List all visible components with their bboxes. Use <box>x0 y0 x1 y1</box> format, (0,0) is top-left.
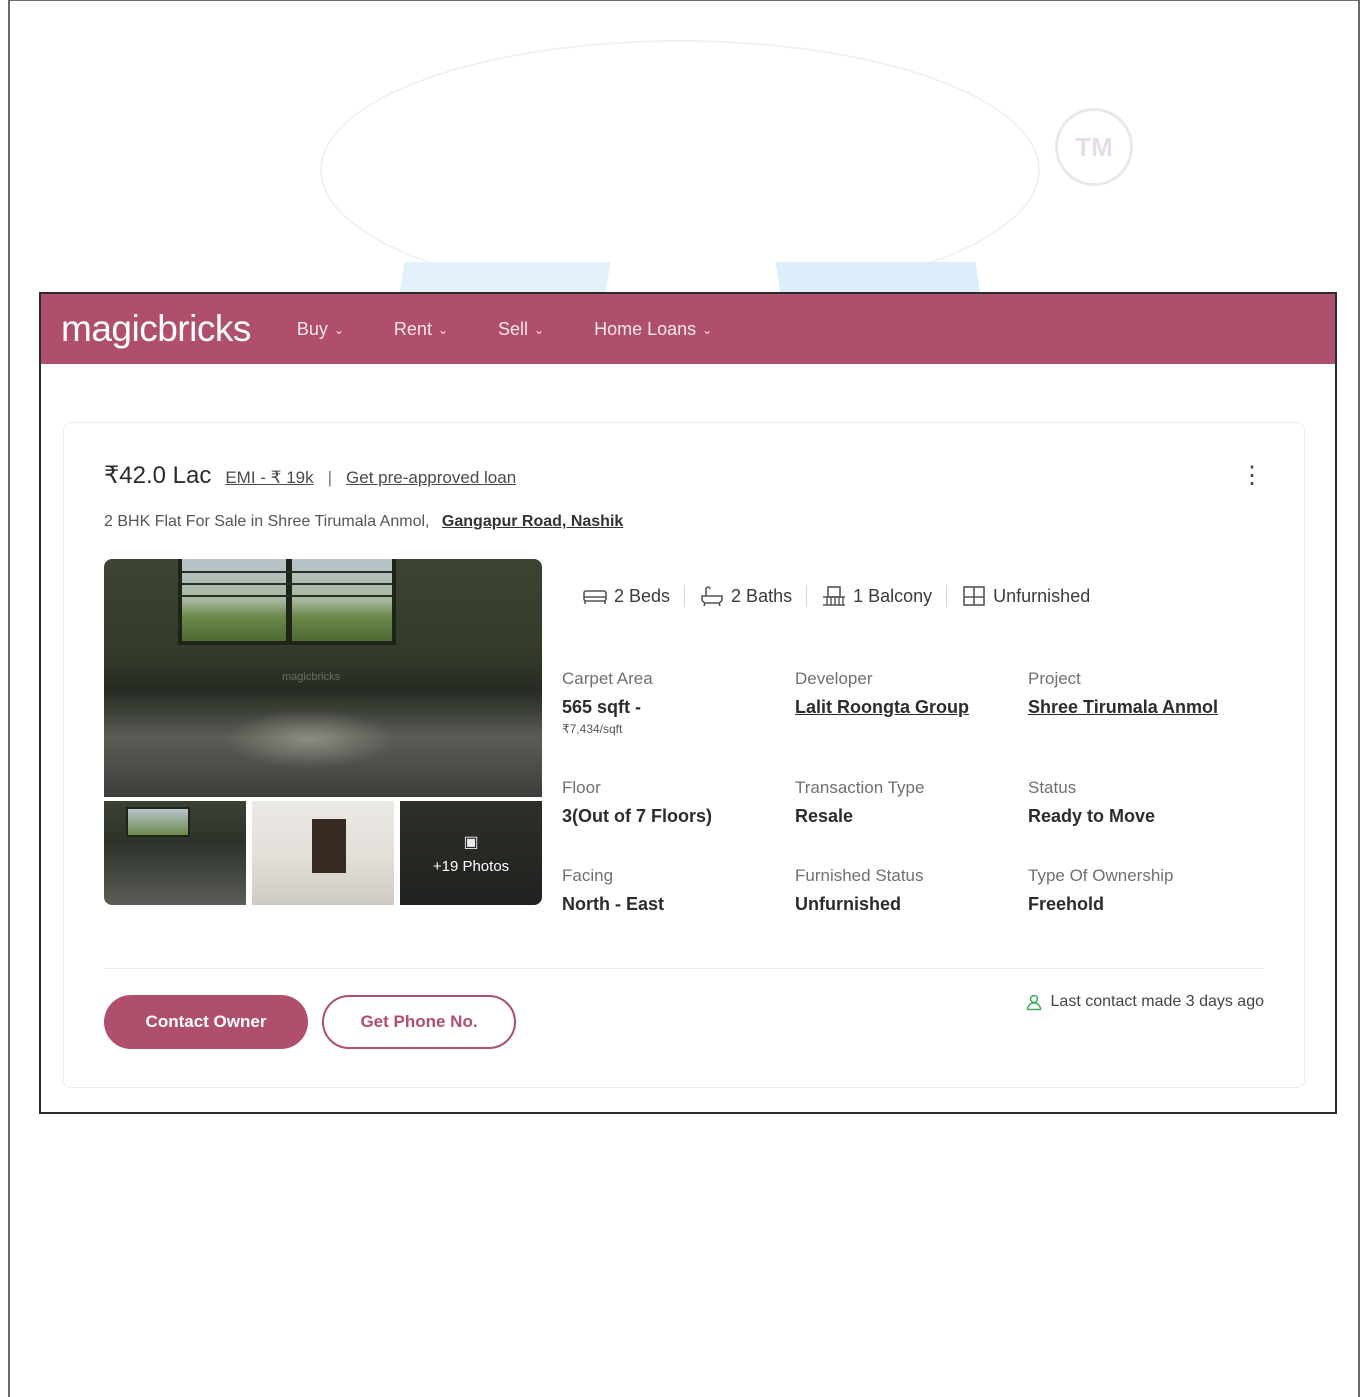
feature-baths: 2 Baths <box>699 585 792 607</box>
more-photos-thumbnail[interactable]: ▣ +19 Photos <box>400 801 542 905</box>
balcony-icon <box>823 586 846 606</box>
photo-gallery: magicbricks ▣ +19 Photos <box>104 559 542 909</box>
feature-balcony: 1 Balcony <box>821 585 932 607</box>
window-image <box>178 559 396 645</box>
background-watermark <box>320 40 1040 300</box>
feature-strip: 2 Beds 2 Baths 1 Balcony Unfurnished <box>582 585 1090 607</box>
chevron-down-icon: ⌄ <box>333 323 344 337</box>
more-photos-count: +19 Photos <box>432 857 510 875</box>
chevron-down-icon: ⌄ <box>702 323 713 337</box>
nav-sell[interactable]: Sell ⌄ <box>498 319 544 340</box>
divider <box>104 968 1264 969</box>
emi-link[interactable]: EMI - ₹ 19k <box>225 468 313 488</box>
photo-watermark: magicbricks <box>282 671 341 683</box>
thumbnail-strip: ▣ +19 Photos <box>104 801 542 905</box>
property-details: Carpet Area 565 sqft - ₹7,434/sqft Devel… <box>562 669 1262 954</box>
divider <box>946 585 948 607</box>
kebab-menu-icon[interactable]: ⋮ <box>1240 461 1264 490</box>
detail-carpet-area: Carpet Area 565 sqft - ₹7,434/sqft <box>562 669 653 736</box>
furnishing-icon <box>963 586 985 606</box>
feature-beds: 2 Beds <box>582 585 670 607</box>
detail-status: Status Ready to Move <box>1028 778 1156 826</box>
location-link[interactable]: Gangapur Road, Nashik <box>442 513 623 530</box>
gallery-icon: ▣ <box>463 833 479 851</box>
main-photo[interactable]: magicbricks <box>104 559 542 797</box>
detail-ownership: Type Of Ownership Freehold <box>1028 866 1174 914</box>
price: ₹42.0 Lac <box>104 462 212 489</box>
detail-facing: Facing North - East <box>562 866 665 914</box>
nav-buy[interactable]: Buy ⌄ <box>297 319 344 340</box>
price-row: ₹42.0 Lac EMI - ₹ 19k | Get pre-approved… <box>104 461 516 490</box>
last-contact-info: Last contact made 3 days ago <box>1025 993 1264 1011</box>
nav-rent[interactable]: Rent ⌄ <box>394 319 448 340</box>
detail-floor: Floor 3(Out of 7 Floors) <box>562 778 712 826</box>
divider <box>806 585 808 607</box>
thumbnail-1[interactable] <box>104 801 246 905</box>
top-navbar: magicbricks Buy ⌄ Rent ⌄ Sell ⌄ Home Loans ⌄ <box>41 294 1335 364</box>
divider <box>684 585 686 607</box>
bed-icon <box>583 590 607 604</box>
property-card: ₹42.0 Lac EMI - ₹ 19k | Get pre-approved… <box>63 422 1305 1088</box>
detail-developer: Developer Lalit Roongta Group <box>795 669 1028 778</box>
trademark-icon: TM <box>1055 108 1133 186</box>
background-strip-left <box>399 262 611 294</box>
feature-furnishing: Unfurnished <box>961 585 1090 607</box>
developer-link[interactable]: Lalit Roongta Group <box>795 697 1028 718</box>
nav-home-loans[interactable]: Home Loans ⌄ <box>594 319 712 340</box>
get-phone-button[interactable]: Get Phone No. <box>322 995 516 1049</box>
thumbnail-2[interactable] <box>252 801 394 905</box>
floor-reflection <box>224 709 394 769</box>
brand-logo[interactable]: magicbricks <box>61 308 251 350</box>
detail-transaction-type: Transaction Type Resale <box>795 778 925 826</box>
project-link[interactable]: Shree Tirumala Anmol <box>1028 697 1261 718</box>
listing-screenshot: magicbricks Buy ⌄ Rent ⌄ Sell ⌄ Home Loans ⌄… <box>39 292 1337 1114</box>
listing-title: 2 BHK Flat For Sale in Shree Tirumala An… <box>104 513 624 530</box>
background-strip-right <box>775 262 981 294</box>
separator: | <box>327 468 333 487</box>
chevron-down-icon: ⌄ <box>534 323 545 337</box>
user-icon <box>1026 994 1041 1011</box>
contact-owner-button[interactable]: Contact Owner <box>104 995 308 1049</box>
detail-furnished-status: Furnished Status Unfurnished <box>795 866 924 914</box>
detail-project: Project Shree Tirumala Anmol <box>1028 669 1261 778</box>
chevron-down-icon: ⌄ <box>437 323 449 337</box>
pre-approved-loan-link[interactable]: Get pre-approved loan <box>346 468 516 488</box>
bath-icon <box>701 586 723 607</box>
